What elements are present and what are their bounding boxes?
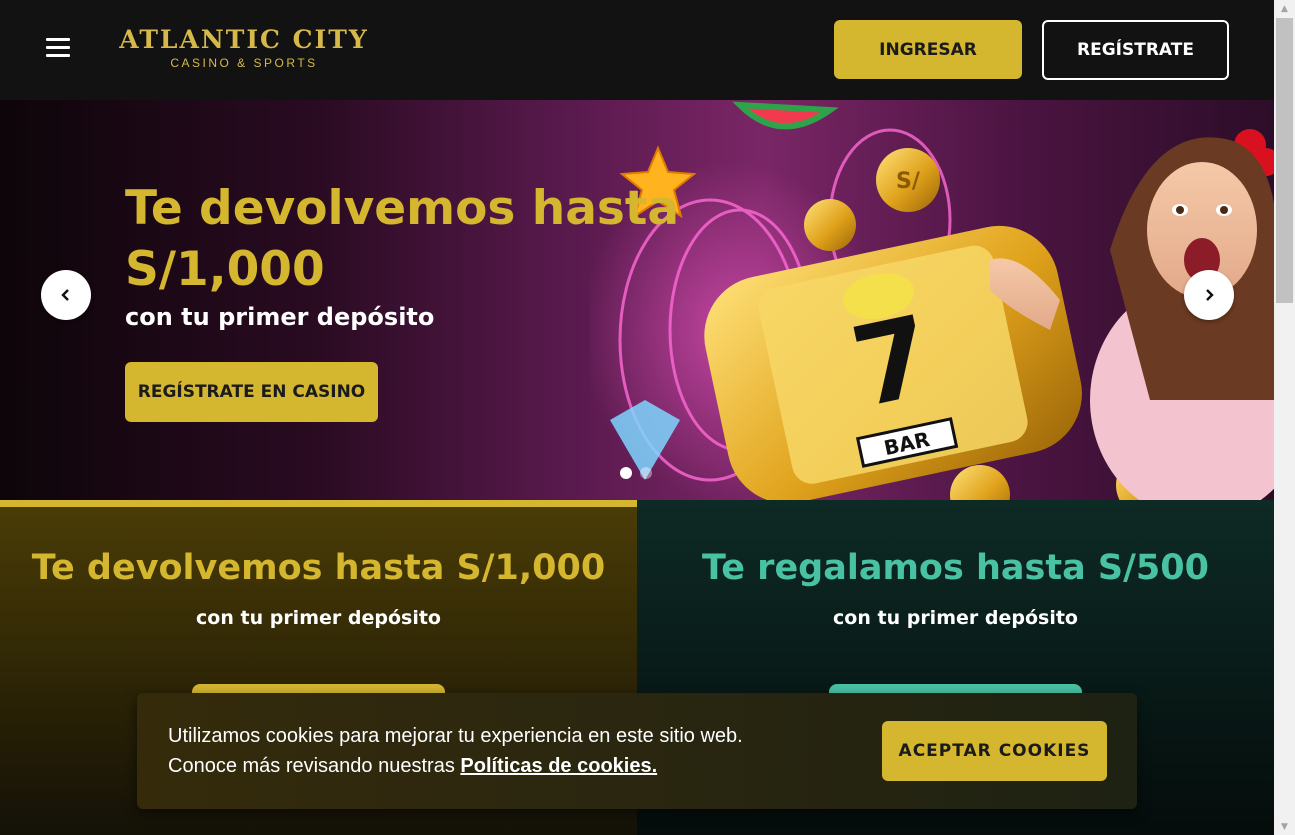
scroll-down-arrow-icon[interactable]: ▼ — [1274, 818, 1295, 835]
carousel-dot[interactable] — [620, 467, 632, 479]
logo-title: ATLANTIC CITY — [119, 25, 369, 54]
promo-subtitle: con tu primer depósito — [196, 607, 441, 629]
promo-subtitle: con tu primer depósito — [833, 607, 1078, 629]
scroll-up-arrow-icon[interactable]: ▲ — [1274, 0, 1295, 17]
accept-cookies-button[interactable]: ACEPTAR COOKIES — [882, 721, 1107, 781]
svg-text:S/: S/ — [896, 169, 921, 194]
cookie-banner: Utilizamos cookies para mejorar tu exper… — [137, 693, 1137, 809]
chevron-left-icon — [61, 289, 69, 301]
promo-title: Te regalamos hasta S/500 — [702, 548, 1209, 588]
slot-machine-illustration: 7 BAR S/ S/ — [590, 101, 1274, 500]
register-button[interactable]: REGÍSTRATE — [1042, 20, 1229, 80]
cookie-message-line2: Conoce más revisando nuestras — [168, 755, 455, 777]
cookie-message: Utilizamos cookies para mejorar tu exper… — [168, 721, 848, 781]
hamburger-menu-icon[interactable] — [46, 38, 74, 62]
hero-carousel: 7 BAR S/ S/ Te devolvemos hasta S/1, — [0, 100, 1274, 500]
chevron-right-icon — [1206, 289, 1214, 301]
site-header: ATLANTIC CITY CASINO & SPORTS INGRESAR R… — [0, 0, 1274, 100]
scrollbar-thumb[interactable] — [1276, 18, 1293, 303]
vertical-scrollbar[interactable]: ▲ ▼ — [1274, 0, 1295, 835]
login-button[interactable]: INGRESAR — [834, 20, 1022, 79]
promo-title: Te devolvemos hasta S/1,000 — [31, 548, 606, 588]
carousel-dot[interactable] — [640, 467, 652, 479]
logo-subtitle: CASINO & SPORTS — [170, 56, 318, 70]
carousel-dots — [620, 467, 652, 479]
site-logo[interactable]: ATLANTIC CITY CASINO & SPORTS — [119, 26, 369, 74]
hero-subtitle: con tu primer depósito — [125, 303, 435, 331]
cookie-policy-link[interactable]: Políticas de cookies. — [460, 755, 657, 777]
hero-title: Te devolvemos hasta S/1,000 — [125, 181, 680, 297]
carousel-next-button[interactable] — [1184, 270, 1234, 320]
carousel-prev-button[interactable] — [41, 270, 91, 320]
register-casino-button[interactable]: REGÍSTRATE EN CASINO — [125, 362, 378, 422]
cookie-message-line1: Utilizamos cookies para mejorar tu exper… — [168, 725, 743, 747]
